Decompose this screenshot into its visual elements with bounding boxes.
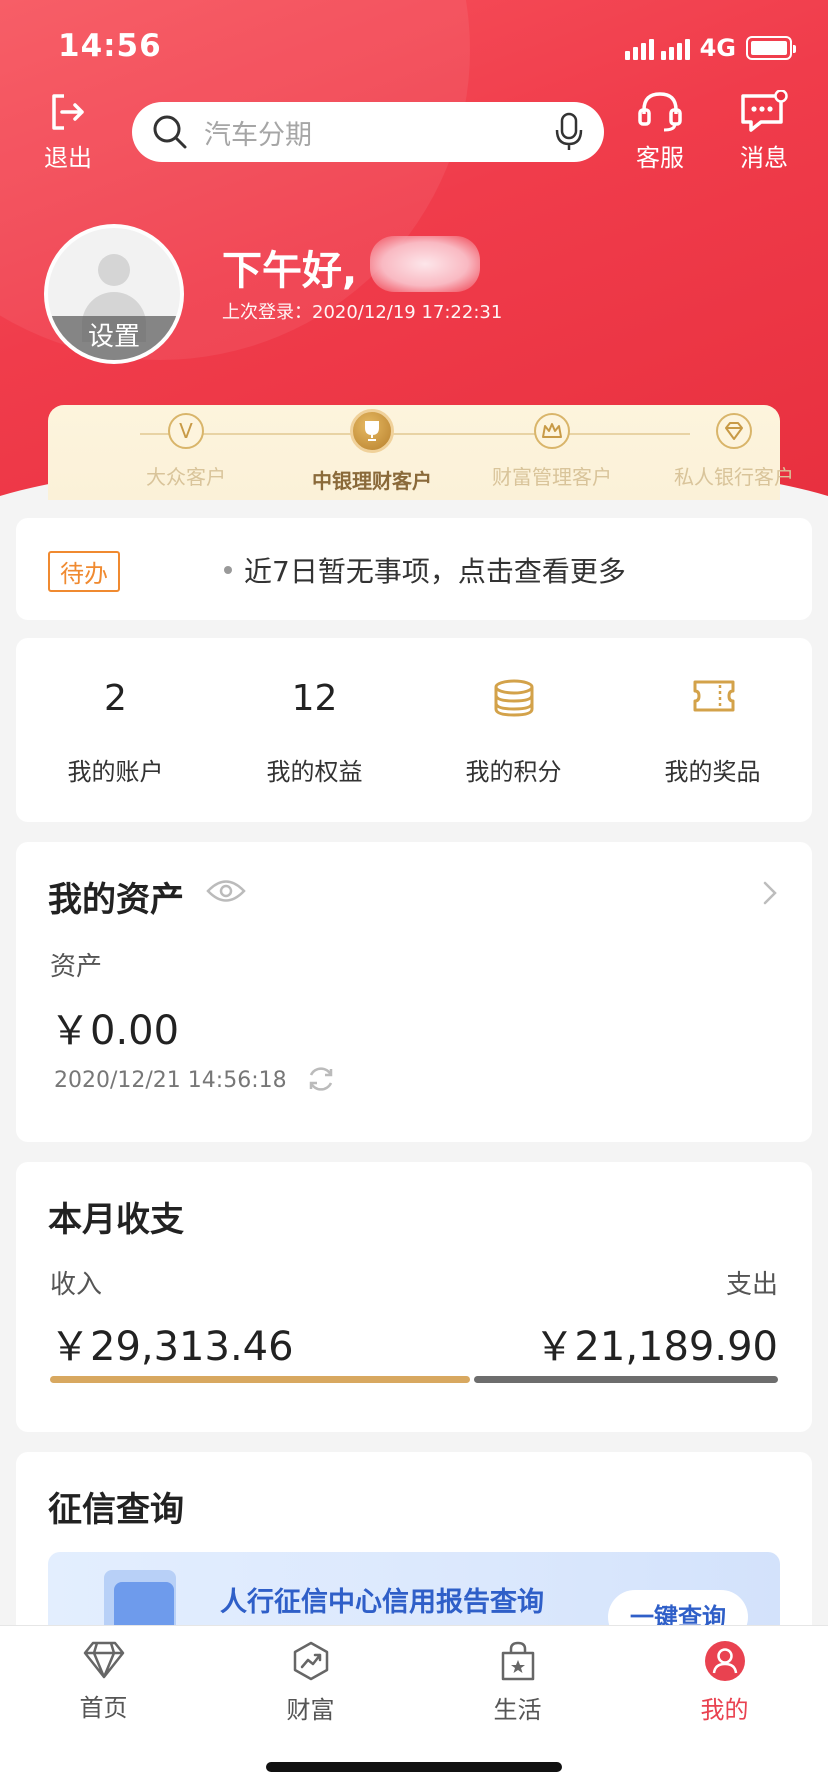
network-type: 4G bbox=[699, 34, 736, 62]
points-label: 我的积分 bbox=[465, 758, 562, 786]
expense-label: 支出 bbox=[725, 1270, 778, 1300]
crown-medal-icon bbox=[534, 413, 570, 449]
expense-amount: ￥21,189.90 bbox=[534, 1324, 778, 1370]
battery-icon bbox=[746, 36, 796, 60]
tab-mine[interactable]: 我的 bbox=[621, 1640, 828, 1725]
avatar-head-shape bbox=[98, 254, 130, 286]
diamond-medal-icon bbox=[716, 413, 752, 449]
messages-label: 消息 bbox=[740, 144, 788, 172]
my-prizes[interactable]: 我的奖品 bbox=[613, 638, 812, 822]
avatar[interactable]: 设置 bbox=[44, 224, 184, 364]
user-icon bbox=[704, 1641, 745, 1681]
customer-service-label: 客服 bbox=[636, 144, 684, 172]
chevron-right-icon[interactable] bbox=[762, 880, 778, 906]
customer-service-button[interactable]: 客服 bbox=[620, 90, 700, 173]
prizes-label: 我的奖品 bbox=[664, 758, 761, 786]
v-medal-icon: V bbox=[168, 413, 204, 449]
greeting-text: 下午好, bbox=[222, 248, 358, 294]
status-bar: 14:56 4G bbox=[0, 0, 828, 96]
ticket-icon bbox=[693, 680, 735, 712]
credit-title: 征信查询 bbox=[48, 1490, 184, 1530]
assets-title: 我的资产 bbox=[48, 880, 184, 920]
tab-label: 首页 bbox=[79, 1694, 128, 1722]
level-label: 中银理财客户 bbox=[312, 469, 432, 493]
tab-life[interactable]: 生活 bbox=[414, 1640, 621, 1725]
message-icon bbox=[741, 90, 788, 132]
level-label: 私人银行客户 bbox=[674, 465, 794, 489]
chart-trend-icon bbox=[293, 1641, 328, 1681]
status-indicators: 4G bbox=[624, 34, 796, 62]
headset-icon bbox=[638, 92, 682, 132]
refresh-icon[interactable] bbox=[306, 1064, 336, 1094]
my-points[interactable]: 我的积分 bbox=[414, 638, 613, 822]
profile-section: 设置 下午好, 上次登录：2020/12/19 17:22:31 bbox=[44, 224, 784, 374]
accounts-count: 2 bbox=[104, 678, 127, 719]
income-amount: ￥29,313.46 bbox=[50, 1324, 294, 1370]
my-benefits[interactable]: 12 我的权益 bbox=[215, 638, 414, 822]
signal-icon bbox=[624, 36, 690, 60]
my-assets-card[interactable]: 我的资产 资产 ￥0.00 2020/12/21 14:56:18 bbox=[16, 842, 812, 1142]
logout-button[interactable]: 退出 bbox=[28, 90, 108, 173]
search-placeholder: 汽车分期 bbox=[204, 119, 312, 151]
coins-icon bbox=[494, 679, 534, 717]
todo-card[interactable]: 待办 近7日暂无事项，点击查看更多 bbox=[16, 518, 812, 620]
expense-bar bbox=[474, 1376, 778, 1383]
home-indicator[interactable] bbox=[266, 1762, 562, 1772]
income-bar bbox=[50, 1376, 470, 1383]
top-bar: 退出 汽车分期 客服 消息 bbox=[0, 90, 828, 173]
level-private-banking-customer[interactable]: 私人银行客户 bbox=[644, 413, 824, 490]
my-accounts[interactable]: 2 我的账户 bbox=[16, 638, 215, 822]
level-label: 大众客户 bbox=[146, 465, 226, 489]
trophy-medal-icon bbox=[350, 409, 394, 453]
benefits-count: 12 bbox=[291, 678, 338, 719]
status-time: 14:56 bbox=[58, 28, 162, 64]
diamond-icon bbox=[83, 1641, 124, 1679]
search-bar[interactable]: 汽车分期 bbox=[132, 102, 604, 162]
tab-label: 财富 bbox=[286, 1696, 335, 1724]
tab-wealth[interactable]: 财富 bbox=[207, 1640, 414, 1725]
shopping-bag-icon bbox=[501, 1641, 534, 1681]
customer-levels-bar: V 大众客户 中银理财客户 财富管理客户 私人银行客户 bbox=[48, 405, 794, 500]
last-login-text: 上次登录：2020/12/19 17:22:31 bbox=[222, 302, 503, 323]
tab-label: 生活 bbox=[493, 1696, 542, 1724]
accounts-label: 我的账户 bbox=[67, 758, 164, 786]
benefits-label: 我的权益 bbox=[266, 758, 363, 786]
tab-label: 我的 bbox=[700, 1696, 749, 1724]
monthly-income-expense-card[interactable]: 本月收支 收入 支出 ￥29,313.46 ￥21,189.90 bbox=[16, 1162, 812, 1432]
todo-text: 近7日暂无事项，点击查看更多 bbox=[244, 555, 626, 588]
assets-amount: ￥0.00 bbox=[50, 1008, 180, 1054]
todo-tag: 待办 bbox=[48, 551, 120, 592]
blurred-username bbox=[370, 236, 480, 292]
search-icon bbox=[153, 115, 187, 149]
quick-stats-card: 2 我的账户 12 我的权益 我的积分 我的奖品 bbox=[16, 638, 812, 822]
level-mass-customer[interactable]: V 大众客户 bbox=[96, 413, 276, 490]
avatar-settings-label[interactable]: 设置 bbox=[48, 316, 180, 360]
credit-banner-text: 人行征信中心信用报告查询 bbox=[220, 1587, 544, 1618]
level-label: 财富管理客户 bbox=[492, 465, 612, 489]
microphone-icon[interactable] bbox=[554, 112, 584, 152]
monthly-title: 本月收支 bbox=[48, 1200, 184, 1240]
logout-label: 退出 bbox=[44, 144, 92, 172]
level-wealth-customer[interactable]: 财富管理客户 bbox=[462, 413, 642, 490]
eye-icon[interactable] bbox=[206, 878, 246, 904]
income-label: 收入 bbox=[50, 1270, 103, 1300]
assets-updated-time: 2020/12/21 14:56:18 bbox=[54, 1068, 287, 1093]
level-wealth-management-customer[interactable]: 中银理财客户 bbox=[282, 409, 462, 494]
income-expense-bar bbox=[50, 1376, 778, 1383]
bullet-dot bbox=[224, 566, 232, 574]
messages-button[interactable]: 消息 bbox=[724, 90, 804, 173]
tab-home[interactable]: 首页 bbox=[0, 1640, 207, 1723]
assets-subtitle: 资产 bbox=[50, 952, 103, 982]
logout-icon bbox=[52, 94, 84, 130]
